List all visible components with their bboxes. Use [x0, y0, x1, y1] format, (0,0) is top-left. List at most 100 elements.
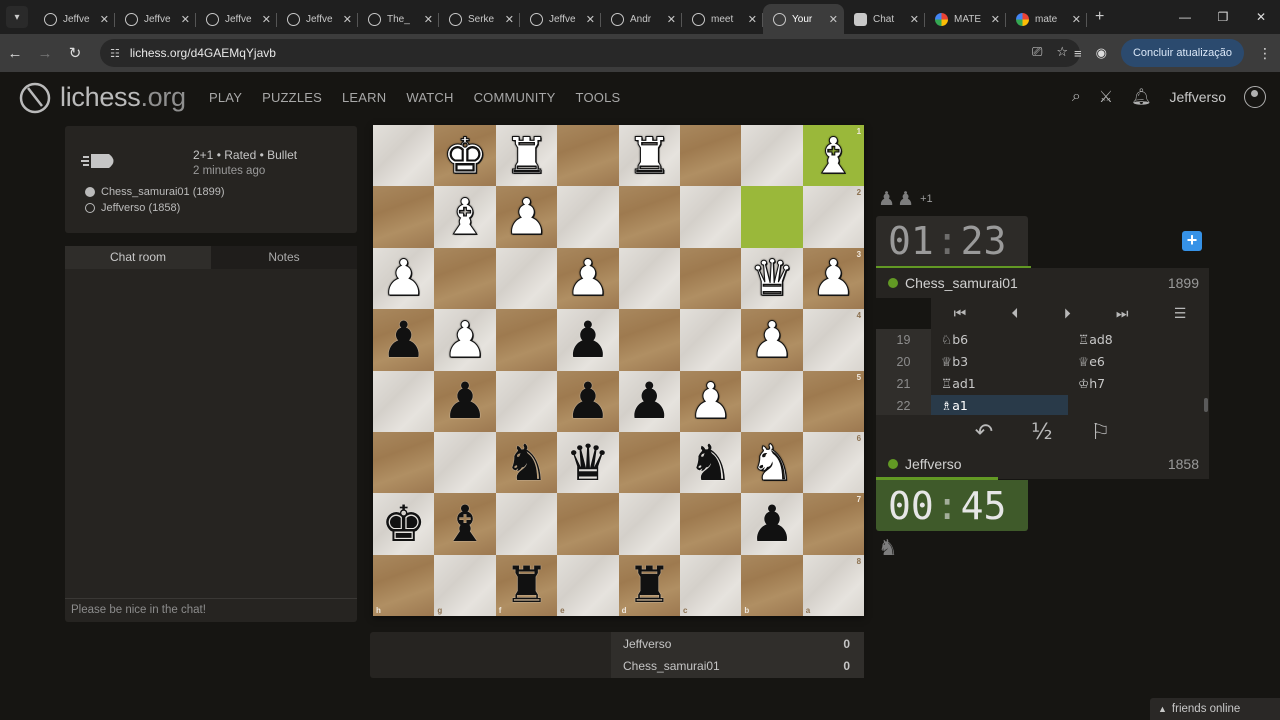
square-a6[interactable]: 6	[802, 431, 865, 494]
close-tab-icon[interactable]: ✕	[505, 13, 514, 26]
close-tab-icon[interactable]: ✕	[748, 13, 757, 26]
move-black[interactable]	[1068, 395, 1205, 417]
notifications-bell-icon[interactable]: 🔔︎	[1131, 87, 1151, 107]
square-a2[interactable]: 2	[802, 186, 865, 248]
browser-tab[interactable]: Jeffve ✕	[34, 4, 115, 34]
close-tab-icon[interactable]: ✕	[424, 13, 433, 26]
square-g1[interactable]: ♚	[434, 125, 496, 187]
black-bishop-piece[interactable]: ♝	[443, 499, 488, 549]
browser-tab[interactable]: Your ✕	[763, 4, 844, 34]
black-pawn-piece[interactable]: ♟	[627, 376, 672, 426]
crosstable-player[interactable]: Chess_samurai01	[623, 659, 720, 673]
move-white[interactable]: ♖ad1	[931, 373, 1068, 395]
challenges-icon[interactable]: ⚔	[1099, 87, 1113, 107]
square-e6[interactable]: ♛	[557, 431, 619, 494]
browser-tab[interactable]: The_ ✕	[358, 4, 439, 34]
reload-icon[interactable]: ↻	[60, 44, 90, 62]
square-d6[interactable]	[618, 431, 680, 494]
minimize-icon[interactable]: —	[1166, 0, 1204, 34]
move-black[interactable]: ♕e6	[1068, 351, 1205, 373]
browser-tab[interactable]: Chat ✕	[844, 4, 925, 34]
opponent-name[interactable]: Chess_samurai01	[905, 275, 1168, 291]
square-h2[interactable]	[373, 186, 435, 248]
square-f3[interactable]	[495, 247, 558, 310]
square-b8[interactable]: b	[741, 554, 803, 617]
square-b5[interactable]	[741, 370, 803, 432]
crosstable-player[interactable]: Jeffverso	[623, 637, 671, 651]
square-f5[interactable]	[495, 370, 558, 432]
close-tab-icon[interactable]: ✕	[829, 13, 838, 26]
browser-tab[interactable]: Andr ✕	[601, 4, 682, 34]
browser-tab[interactable]: MATE ✕	[925, 4, 1006, 34]
square-e7[interactable]	[557, 493, 619, 555]
black-queen-piece[interactable]: ♛	[565, 438, 610, 488]
square-g5[interactable]: ♟	[434, 370, 496, 432]
move-black[interactable]: ♔h7	[1068, 373, 1205, 395]
user-menu[interactable]: Jeffverso	[1169, 89, 1226, 105]
white-pawn-piece[interactable]: ♟	[749, 314, 795, 365]
white-rook-piece[interactable]: ♜	[504, 130, 550, 181]
browser-tab[interactable]: mate ✕	[1006, 4, 1087, 34]
chat-input[interactable]: Please be nice in the chat!	[65, 598, 357, 622]
square-c1[interactable]	[679, 125, 742, 187]
square-d1[interactable]: ♜	[618, 125, 680, 187]
browser-tab[interactable]: meet ✕	[682, 4, 763, 34]
nav-watch[interactable]: WATCH	[406, 90, 453, 105]
browser-tab[interactable]: Jeffve ✕	[520, 4, 601, 34]
close-window-icon[interactable]: ✕	[1242, 0, 1280, 34]
url-field[interactable]: ☷ lichess.org/d4GAEMqYjavb ⎚ ☆	[100, 39, 1080, 67]
close-tab-icon[interactable]: ✕	[181, 13, 190, 26]
my-player-row[interactable]: Jeffverso 1858	[876, 449, 1209, 479]
close-tab-icon[interactable]: ✕	[262, 13, 271, 26]
tab-chat-room[interactable]: Chat room	[65, 246, 211, 269]
last-move-icon[interactable]: ⏭	[1116, 305, 1129, 322]
black-pawn-piece[interactable]: ♟	[565, 315, 610, 365]
square-e4[interactable]: ♟	[557, 309, 619, 371]
browser-tab[interactable]: Jeffve ✕	[277, 4, 358, 34]
white-knight-piece[interactable]: ♞	[749, 437, 795, 488]
black-king-piece[interactable]: ♚	[381, 499, 426, 549]
black-rook-piece[interactable]: ♜	[627, 560, 672, 610]
square-f2[interactable]: ♟	[495, 186, 558, 248]
square-d7[interactable]	[618, 493, 680, 555]
square-c5[interactable]: ♟	[679, 370, 742, 432]
square-h7[interactable]: ♚	[373, 493, 435, 555]
square-a3[interactable]: ♟ 3	[802, 247, 865, 310]
white-pawn-piece[interactable]: ♟	[811, 253, 857, 304]
square-f1[interactable]: ♜	[495, 125, 558, 187]
white-pawn-piece[interactable]: ♟	[442, 314, 488, 365]
new-tab-button[interactable]: +	[1095, 8, 1104, 26]
white-king-piece[interactable]: ♚	[442, 130, 488, 181]
square-h4[interactable]: ♟	[373, 309, 435, 371]
black-knight-piece[interactable]: ♞	[688, 438, 733, 488]
search-icon[interactable]: ⌕	[1072, 88, 1081, 106]
nav-puzzles[interactable]: PUZZLES	[262, 90, 322, 105]
square-b2[interactable]	[741, 186, 803, 248]
nav-play[interactable]: PLAY	[209, 90, 242, 105]
square-c6[interactable]: ♞	[679, 431, 742, 494]
square-b4[interactable]: ♟	[741, 309, 803, 371]
browser-menu-icon[interactable]: ⋮	[1258, 45, 1272, 62]
black-player-link[interactable]: Chess_samurai01 (1899)	[85, 186, 225, 198]
square-h6[interactable]	[373, 431, 435, 494]
tab-search-button[interactable]: ▾	[6, 6, 28, 28]
move-black[interactable]: ♖ad8	[1068, 329, 1205, 351]
nav-learn[interactable]: LEARN	[342, 90, 386, 105]
chess-board[interactable]: ♚ ♜ ♜ ♝ 1 ♝ ♟ 2 ♟ ♟ ♛ ♟ 3 ♟ ♟ ♟ ♟ 4 ♟ ♟ ♟ ♟ 5 ♞ ♛ ♞ ♞ 6 ♚ ♝ ♟ 7 h g ♜ f e ♜ d c…	[373, 125, 865, 617]
site-info-icon[interactable]: ☷	[110, 47, 120, 60]
square-a4[interactable]: 4	[802, 309, 865, 371]
maximize-icon[interactable]: ❐	[1204, 0, 1242, 34]
square-c4[interactable]	[679, 309, 742, 371]
close-tab-icon[interactable]: ✕	[667, 13, 676, 26]
black-pawn-piece[interactable]: ♟	[565, 376, 610, 426]
square-e2[interactable]	[557, 186, 619, 248]
move-list-scrollbar[interactable]	[1204, 398, 1208, 412]
square-a5[interactable]: 5	[802, 370, 865, 432]
square-g8[interactable]: g	[434, 554, 496, 617]
friends-online-button[interactable]: ▲ friends online	[1150, 698, 1280, 720]
square-d4[interactable]	[618, 309, 680, 371]
square-e3[interactable]: ♟	[557, 247, 619, 310]
close-tab-icon[interactable]: ✕	[586, 13, 595, 26]
white-bishop-piece[interactable]: ♝	[442, 192, 488, 243]
prev-move-icon[interactable]: ⏴	[1011, 305, 1018, 322]
